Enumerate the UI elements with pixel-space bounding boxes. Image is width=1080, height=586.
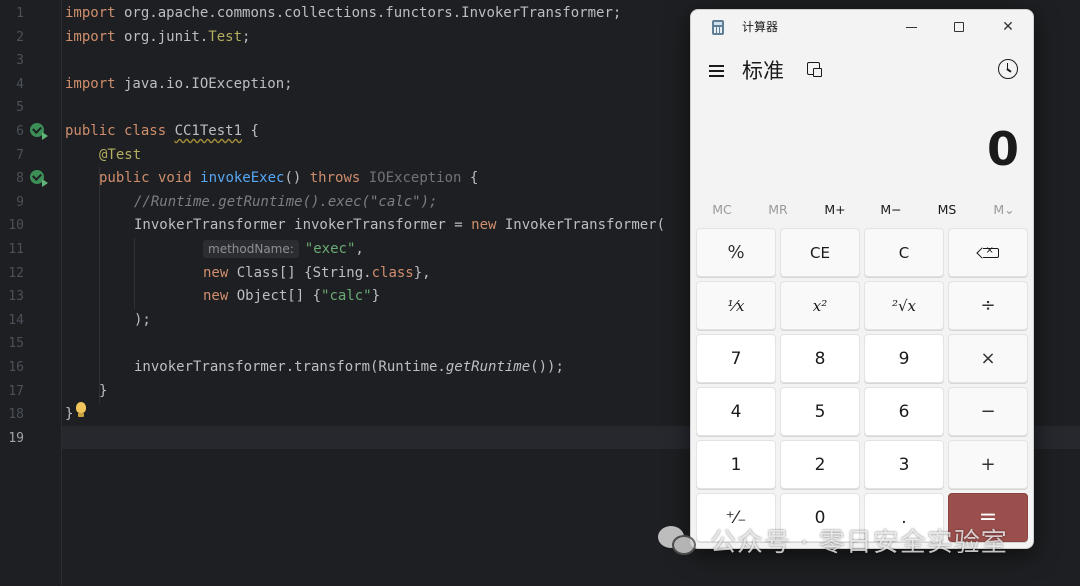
code-line-2: import org.junit.Test; xyxy=(65,28,251,45)
run-test-icon[interactable] xyxy=(30,170,48,187)
watermark: 公众号 · 零日安全实验室 xyxy=(658,522,1008,559)
wechat-icon xyxy=(658,524,702,558)
result-display: 0 xyxy=(986,122,1019,176)
line-number: 5 xyxy=(16,100,24,116)
square-root-button[interactable]: ²√x xyxy=(864,281,944,330)
history-button[interactable] xyxy=(998,59,1018,79)
line-number: 17 xyxy=(8,383,24,399)
backspace-icon xyxy=(982,245,999,258)
lightbulb-icon[interactable] xyxy=(75,402,87,420)
parameter-hint: methodName: xyxy=(203,240,299,258)
digit-5-button[interactable]: 5 xyxy=(780,387,860,436)
mode-title: 标准 xyxy=(742,59,784,83)
digit-3-button[interactable]: 3 xyxy=(864,440,944,489)
digit-6-button[interactable]: 6 xyxy=(864,387,944,436)
code-line-13: new Object[] {"calc"} xyxy=(203,288,381,305)
watermark-text: 公众号 · 零日安全实验室 xyxy=(710,528,1008,558)
code-line-16: invokerTransformer.transform(Runtime.get… xyxy=(134,359,564,375)
digit-2-button[interactable]: 2 xyxy=(780,440,860,489)
code-line-1: import org.apache.commons.collections.fu… xyxy=(65,5,622,21)
calculator-icon xyxy=(712,20,724,35)
line-number: 13 xyxy=(8,289,24,305)
indent-guide xyxy=(134,238,135,309)
digit-9-button[interactable]: 9 xyxy=(864,334,944,383)
code-line-9: //Runtime.getRuntime().exec("calc"); xyxy=(134,193,438,210)
digit-1-button[interactable]: 1 xyxy=(696,440,776,489)
clear-entry-button[interactable]: CE xyxy=(780,228,860,277)
line-number: 15 xyxy=(8,336,24,352)
maximize-icon xyxy=(954,22,964,32)
percent-button[interactable]: % xyxy=(696,228,776,277)
memory-list-button[interactable]: M⌄ xyxy=(969,200,1033,220)
line-number: 6 xyxy=(16,124,24,139)
line-number: 12 xyxy=(8,265,24,281)
digit-8-button[interactable]: 8 xyxy=(780,334,860,383)
square-button[interactable]: x² xyxy=(780,281,860,330)
digit-4-button[interactable]: 4 xyxy=(696,387,776,436)
menu-button[interactable] xyxy=(707,62,727,80)
line-number: 10 xyxy=(8,218,24,234)
line-number: 2 xyxy=(16,29,24,45)
code-line-10: InvokerTransformer invokerTransformer = … xyxy=(134,217,666,234)
subtract-button[interactable]: − xyxy=(948,387,1028,436)
close-icon: ✕ xyxy=(1002,19,1014,35)
add-button[interactable]: + xyxy=(948,440,1028,489)
digit-7-button[interactable]: 7 xyxy=(696,334,776,383)
minimize-button[interactable] xyxy=(896,14,926,40)
line-number: 9 xyxy=(16,194,24,210)
code-line-7: @Test xyxy=(99,146,142,163)
reciprocal-button[interactable]: ¹⁄x xyxy=(696,281,776,330)
code-line-12: new Class[] {String.class}, xyxy=(203,264,431,281)
keep-on-top-button[interactable] xyxy=(805,60,825,80)
code-line-14: ); xyxy=(134,311,151,328)
clear-button[interactable]: C xyxy=(864,228,944,277)
close-button[interactable]: ✕ xyxy=(993,14,1023,40)
line-number: 14 xyxy=(8,312,24,328)
maximize-button[interactable] xyxy=(944,14,974,40)
indent-guide xyxy=(99,167,100,403)
run-class-icon[interactable] xyxy=(30,123,48,140)
line-number: 8 xyxy=(16,171,24,187)
window-title: 计算器 xyxy=(742,20,779,34)
line-number: 1 xyxy=(16,6,24,21)
backspace-button[interactable] xyxy=(948,228,1028,277)
line-number: 3 xyxy=(16,53,24,69)
line-number-current: 19 xyxy=(8,430,24,446)
minimize-icon xyxy=(905,26,917,28)
line-number: 11 xyxy=(8,242,24,257)
code-line-6: public class CC1Test1 { xyxy=(65,123,259,139)
memory-row: MC MR M+ M− MS M⌄ xyxy=(691,200,1033,224)
code-line-17: } xyxy=(99,382,108,399)
line-gutter: 1 2 3 4 5 6 7 8 9 10 11 12 13 14 15 16 1… xyxy=(0,0,62,586)
divide-button[interactable]: ÷ xyxy=(948,281,1028,330)
line-number: 4 xyxy=(16,76,24,92)
line-number: 7 xyxy=(16,147,24,163)
code-line-18: } xyxy=(65,406,74,423)
code-line-8: public void invokeExec() throws IOExcept… xyxy=(99,170,479,187)
multiply-button[interactable]: × xyxy=(948,334,1028,383)
code-line-11: methodName: "exec", xyxy=(203,238,364,262)
calculator-window[interactable]: 计算器 ✕ 标准 0 MC MR M+ M− MS M⌄ % CE C ¹⁄x … xyxy=(690,9,1034,549)
line-number: 16 xyxy=(8,360,24,375)
title-bar[interactable]: 计算器 ✕ xyxy=(691,10,1033,44)
line-number: 18 xyxy=(8,407,24,423)
code-line-4: import java.io.IOException; xyxy=(65,75,293,92)
